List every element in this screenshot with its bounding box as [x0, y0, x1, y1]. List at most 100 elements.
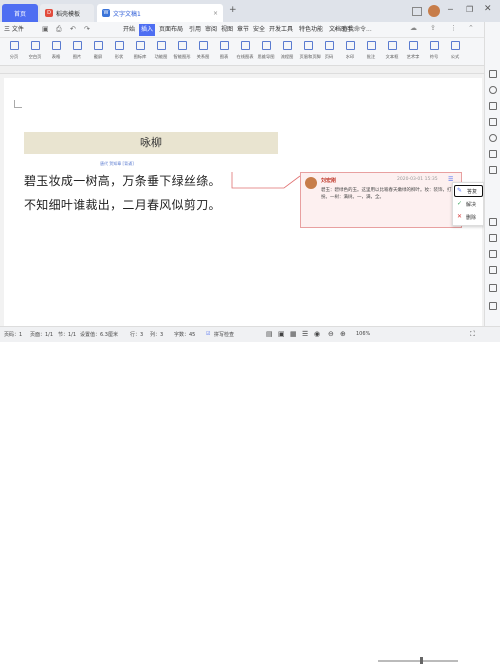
outline-icon[interactable]: ☰	[302, 330, 308, 338]
review-icon[interactable]	[489, 250, 497, 258]
share-icon[interactable]: ⇪	[430, 24, 436, 32]
translate-icon[interactable]	[489, 234, 497, 242]
status-spellcheck[interactable]: 拼写检查	[214, 331, 234, 338]
style-icon[interactable]	[489, 102, 497, 110]
title-bar: 首页 D 稻壳模板 W 文字文稿1 × + ─ ❐ ✕	[0, 0, 500, 22]
table-panel-icon[interactable]	[489, 218, 497, 226]
close-window-icon[interactable]: ✕	[484, 4, 492, 14]
comment-text[interactable]: 碧玉：碧绿色的玉。这里用以比喻春天嫩绿的柳叶。妆：装饰，打扮。一树：满树。一，满…	[321, 187, 457, 201]
fit-page-icon[interactable]: ⛶	[470, 330, 475, 339]
toolbar-button-1[interactable]: 空白页	[25, 41, 45, 60]
toolbar-label-8: 智能图形	[173, 54, 191, 60]
toolbar-icon-18	[387, 41, 397, 50]
menu-item-6[interactable]: 章节	[237, 24, 249, 36]
window-layout-icon[interactable]	[412, 7, 422, 16]
layout-panel-icon[interactable]	[489, 266, 497, 274]
toolbar-button-16[interactable]: 水印	[340, 41, 360, 60]
close-tab-icon[interactable]: ×	[213, 10, 218, 17]
cloud-icon[interactable]: ☁	[410, 24, 417, 32]
menu-item-10[interactable]: 文档助手	[329, 24, 353, 36]
comment-balloon[interactable]: 刘宏刚 2020-03-01 15:35 ☰ 碧玉：碧绿色的玉。这里用以比喻春天…	[300, 172, 462, 228]
poem-line-2[interactable]: 不知细叶谁裁出，二月春风似剪刀。	[24, 196, 221, 213]
user-avatar[interactable]	[428, 5, 440, 17]
web-layout-icon[interactable]: ▦	[290, 330, 297, 338]
navigation-icon[interactable]	[489, 118, 497, 126]
comment-date: 2020-03-01 15:35	[397, 177, 438, 182]
toolbar-label-10: 图表	[219, 54, 229, 60]
toolbar-button-7[interactable]: 功能图	[151, 41, 171, 60]
save-icon[interactable]: ▣	[42, 25, 49, 33]
read-mode-icon[interactable]: ▤	[266, 330, 273, 338]
select-tool-icon[interactable]	[489, 70, 497, 78]
toolbar-button-4[interactable]: 截屏	[88, 41, 108, 60]
menu-item-2[interactable]: 页面布局	[159, 24, 183, 36]
toolbar-icon-15	[324, 41, 334, 50]
toolbar-button-15[interactable]: 页码	[319, 41, 339, 60]
reply-menu-item[interactable]: ✎ 答复	[454, 185, 483, 197]
menu-item-5[interactable]: 视图	[221, 24, 233, 36]
status-setting: 设置值：6.3厘米	[80, 332, 118, 338]
file-menu[interactable]: 三 文件	[4, 24, 24, 36]
menu-item-8[interactable]: 开发工具	[269, 24, 293, 36]
toolbar-button-10[interactable]: 图表	[214, 41, 234, 60]
print-layout-icon[interactable]: ▣	[278, 330, 285, 338]
toolbar-button-8[interactable]: 智能图形	[172, 41, 192, 60]
tab-home[interactable]: 首页	[2, 4, 38, 22]
spellcheck-checkbox[interactable]: ☑	[206, 331, 210, 337]
location-icon[interactable]	[489, 134, 497, 142]
toolbar-button-0[interactable]: 分页	[4, 41, 24, 60]
tab-template[interactable]: D 稻壳模板	[40, 4, 94, 22]
tab-document[interactable]: W 文字文稿1 ×	[97, 4, 223, 22]
comment-connector	[231, 172, 301, 189]
toolbar-button-21[interactable]: 公式	[445, 41, 465, 60]
zoom-in-icon[interactable]: ⊕	[340, 330, 346, 338]
menu-item-7[interactable]: 安全	[253, 24, 265, 36]
resolve-menu-item[interactable]: ✓ 解决	[454, 200, 483, 210]
status-pages: 页面：1/1	[30, 332, 54, 338]
delete-menu-item[interactable]: ✕ 删除	[454, 213, 483, 223]
menu-item-9[interactable]: 特色功能	[299, 24, 323, 36]
toolbar-button-13[interactable]: 流程图	[277, 41, 297, 60]
poem-line-1[interactable]: 碧玉妆成一树高，万条垂下绿丝绦。	[24, 172, 221, 189]
status-bar: 页码：1 页面：1/1 节：1/1 设置值：6.3厘米 行：3 列：3 字数：4…	[0, 326, 500, 664]
menu-item-1[interactable]: 插入	[139, 24, 156, 36]
toolbar-button-2[interactable]: 表格	[46, 41, 66, 60]
zoom-slider[interactable]	[378, 660, 458, 662]
toolbar-button-5[interactable]: 形状	[109, 41, 129, 60]
toolbar-button-18[interactable]: 文本框	[382, 41, 402, 60]
zoom-level[interactable]: 106%	[356, 331, 370, 337]
undo-icon[interactable]: ↶	[70, 25, 76, 33]
eye-icon[interactable]: ◉	[314, 330, 320, 338]
share-panel-icon[interactable]	[489, 166, 497, 174]
maximize-icon[interactable]: ❐	[466, 5, 473, 14]
backup-icon[interactable]	[489, 150, 497, 158]
more-tools-icon[interactable]	[489, 302, 497, 310]
minimize-icon[interactable]: ─	[448, 5, 453, 14]
more-icon[interactable]: ⋮	[450, 24, 457, 32]
print-icon[interactable]: ⎙	[56, 25, 62, 34]
redo-icon[interactable]: ↷	[84, 25, 90, 33]
toolbar-icon-19	[408, 41, 418, 50]
zoom-slider-handle[interactable]	[420, 657, 423, 664]
menu-item-4[interactable]: 审阅	[205, 24, 217, 36]
toolbar-button-6[interactable]: 图标库	[130, 41, 150, 60]
format-painter-icon[interactable]	[489, 86, 497, 94]
toolbar-button-11[interactable]: 在线图表	[235, 41, 255, 60]
zoom-out-icon[interactable]: ⊖	[328, 330, 334, 338]
new-tab-button[interactable]: +	[229, 5, 237, 15]
toolbar-icon-6	[135, 41, 145, 50]
toolbar-button-9[interactable]: 关系图	[193, 41, 213, 60]
toolbar-button-20[interactable]: 符号	[424, 41, 444, 60]
menu-item-0[interactable]: 开始	[123, 24, 135, 36]
help-icon[interactable]	[489, 284, 497, 292]
poem-byline[interactable]: 唐代 贺知章 [背诵]	[100, 161, 134, 167]
toolbar-button-17[interactable]: 批注	[361, 41, 381, 60]
toolbar-button-19[interactable]: 艺术字	[403, 41, 423, 60]
menu-item-3[interactable]: 引用	[189, 24, 201, 36]
toolbar-button-12[interactable]: 思维导图	[256, 41, 276, 60]
collapse-ribbon-icon[interactable]: ⌃	[468, 24, 474, 32]
toolbar-button-3[interactable]: 图片	[67, 41, 87, 60]
toolbar-button-14[interactable]: 页眉和页脚	[298, 41, 321, 60]
poem-title[interactable]: 咏柳	[24, 132, 278, 154]
toolbar-icon-10	[219, 41, 229, 50]
